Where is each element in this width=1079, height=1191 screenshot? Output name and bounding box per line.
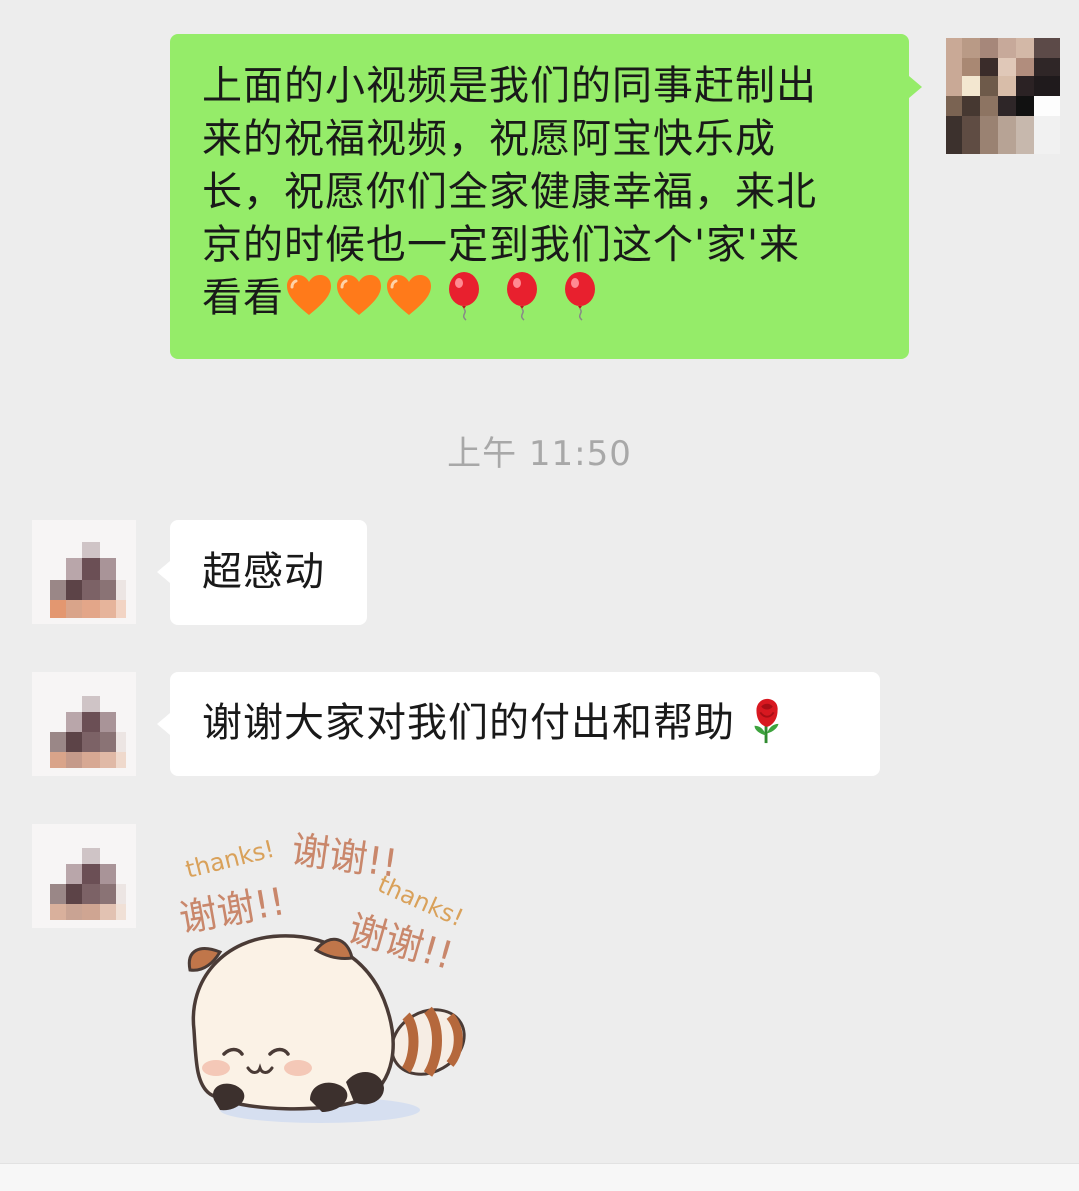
outgoing-bubble-tail bbox=[909, 76, 922, 98]
message-timestamp: 上午 11:50 bbox=[447, 434, 632, 474]
orange-heart-icon bbox=[337, 275, 381, 315]
incoming-bubble-tail bbox=[157, 713, 170, 735]
incoming-message-bubble[interactable]: 谢谢大家对我们的付出和帮助 bbox=[170, 672, 880, 776]
contact-avatar[interactable] bbox=[32, 672, 136, 776]
message-line: 上面的小视频是我们的同事赶制出 bbox=[202, 63, 817, 109]
message-line: 来的祝福视频，祝愿阿宝快乐成 bbox=[202, 116, 776, 162]
sticker-text: thanks! bbox=[183, 835, 278, 884]
outgoing-message-bubble[interactable]: 上面的小视频是我们的同事赶制出 来的祝福视频，祝愿阿宝快乐成 长，祝愿你们全家健… bbox=[170, 34, 909, 359]
input-toolbar bbox=[0, 1163, 1079, 1191]
balloon-icon bbox=[449, 272, 479, 321]
contact-avatar[interactable] bbox=[32, 520, 136, 624]
message-line: 京的时候也一定到我们这个'家'来 bbox=[202, 222, 800, 268]
message-line-last: 看看 bbox=[202, 272, 909, 325]
message-line: 长，祝愿你们全家健康幸福，来北 bbox=[202, 169, 817, 215]
incoming-message-bubble[interactable]: 超感动 bbox=[170, 520, 367, 625]
incoming-bubble-tail bbox=[157, 561, 170, 583]
thanks-sticker[interactable]: thanks! 谢谢!! 谢谢!! thanks! 谢谢!! bbox=[170, 820, 480, 1135]
balloon-icon bbox=[507, 272, 537, 321]
orange-heart-icon bbox=[387, 275, 431, 315]
orange-heart-icon bbox=[287, 275, 331, 315]
rose-icon bbox=[754, 698, 779, 744]
message-text: 超感动 bbox=[202, 549, 325, 595]
balloon-icon bbox=[565, 272, 595, 321]
sticker-text: 谢谢!! bbox=[176, 879, 288, 941]
self-avatar[interactable] bbox=[946, 38, 1060, 154]
message-text: 谢谢大家对我们的付出和帮助 bbox=[202, 700, 735, 746]
contact-avatar[interactable] bbox=[32, 824, 136, 928]
